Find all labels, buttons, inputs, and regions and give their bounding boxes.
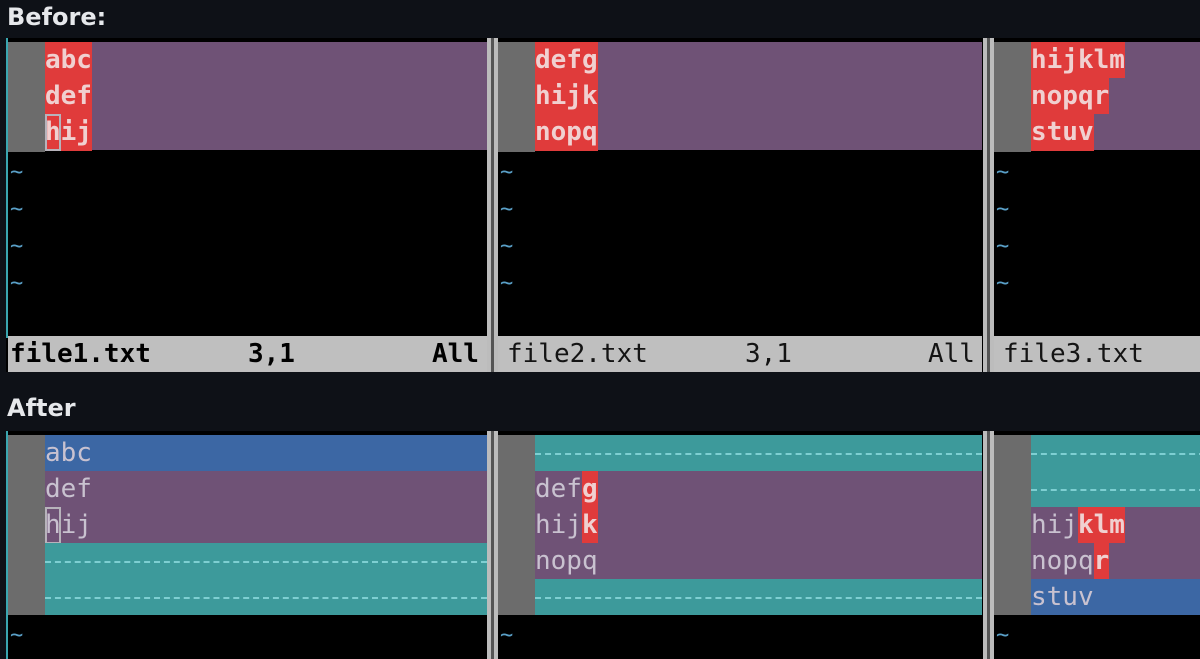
status-line-file3: file3.txt bbox=[994, 336, 1200, 372]
vertical-split-separator[interactable] bbox=[487, 38, 498, 372]
fold-gutter bbox=[994, 435, 1031, 615]
diff-line[interactable]: hijklm bbox=[1031, 507, 1200, 544]
empty-line-tilde: ~ bbox=[500, 160, 514, 185]
empty-line-tilde: ~ bbox=[500, 271, 514, 296]
line-text: nopq bbox=[535, 114, 598, 151]
diff-line[interactable]: nopq bbox=[535, 114, 982, 151]
fold-gutter bbox=[498, 42, 535, 152]
diff-filler-line bbox=[535, 579, 982, 615]
diff-line[interactable]: hijk bbox=[535, 78, 982, 115]
line-text: hij bbox=[535, 510, 582, 540]
before-pane-file3[interactable]: file3.txt hijklm nopqr stuv ~ ~ ~ ~ bbox=[994, 38, 1200, 372]
status-filename: file2.txt bbox=[507, 339, 648, 369]
line-text: ij bbox=[60, 114, 92, 151]
diff-line[interactable]: hijk bbox=[535, 507, 982, 544]
line-text: ij bbox=[60, 510, 92, 540]
empty-line-tilde: ~ bbox=[10, 271, 24, 296]
diff-line[interactable]: abc bbox=[45, 42, 487, 79]
status-filename: file1.txt bbox=[10, 339, 151, 369]
line-text: defg bbox=[535, 42, 598, 79]
diff-line[interactable]: nopq bbox=[535, 543, 982, 579]
diff-line[interactable]: nopqr bbox=[1031, 78, 1200, 115]
cursor-char: h bbox=[45, 507, 61, 544]
before-vim-window: file1.txt 3,1 All abc def hij ~ ~ ~ ~ file2.tx… bbox=[6, 38, 1200, 372]
diff-filler-line bbox=[1031, 435, 1200, 471]
after-label: After bbox=[7, 394, 76, 422]
before-label: Before: bbox=[7, 3, 107, 31]
status-position: 3,1 bbox=[248, 339, 295, 369]
diff-line[interactable]: def bbox=[45, 471, 487, 507]
line-text: nopq bbox=[1031, 546, 1094, 576]
before-pane-file2[interactable]: file2.txt 3,1 All defg hijk nopq ~ ~ ~ ~ bbox=[498, 38, 982, 372]
line-text: nopqr bbox=[1031, 78, 1110, 115]
empty-line-tilde: ~ bbox=[996, 160, 1010, 185]
line-text: k bbox=[581, 507, 598, 544]
diff-line[interactable]: abc bbox=[45, 435, 487, 471]
line-text: hijklm bbox=[1031, 42, 1125, 79]
line-text: def bbox=[45, 474, 92, 504]
diff-line[interactable]: hijklm bbox=[1031, 42, 1200, 79]
status-line-file1: file1.txt 3,1 All bbox=[8, 336, 487, 372]
empty-line-tilde: ~ bbox=[10, 197, 24, 222]
after-pane-file1[interactable]: abc def hij ~ bbox=[8, 431, 487, 659]
diff-filler-line bbox=[45, 543, 487, 579]
empty-line-tilde: ~ bbox=[10, 160, 24, 185]
diff-line[interactable]: def bbox=[45, 78, 487, 115]
status-scroll: All bbox=[432, 339, 479, 369]
status-line-file2: file2.txt 3,1 All bbox=[498, 336, 982, 372]
empty-line-tilde: ~ bbox=[996, 271, 1010, 296]
line-text: hij bbox=[1031, 510, 1078, 540]
line-text: abc bbox=[45, 438, 92, 468]
empty-line-tilde: ~ bbox=[500, 623, 514, 648]
empty-line-tilde: ~ bbox=[996, 234, 1010, 259]
after-vim-window: abc def hij ~ defg hijk nopq ~ hijklm nopqr stuv… bbox=[6, 431, 1200, 659]
line-text: stuv bbox=[1031, 114, 1094, 151]
vertical-split-separator[interactable] bbox=[983, 431, 994, 659]
diff-line[interactable]: stuv bbox=[1031, 579, 1200, 615]
line-text: r bbox=[1093, 543, 1110, 580]
status-filename: file3.txt bbox=[1003, 339, 1144, 369]
empty-line-tilde: ~ bbox=[500, 197, 514, 222]
diff-line[interactable]: stuv bbox=[1031, 114, 1200, 151]
diff-line[interactable]: hij bbox=[45, 114, 487, 151]
diff-filler-line bbox=[535, 435, 982, 471]
line-text: stuv bbox=[1031, 582, 1094, 612]
diff-line[interactable]: nopqr bbox=[1031, 543, 1200, 580]
fold-gutter bbox=[498, 435, 535, 615]
fold-gutter bbox=[8, 435, 45, 615]
line-text: hijk bbox=[535, 78, 598, 115]
line-text: abc bbox=[45, 42, 92, 79]
diff-filler-line bbox=[1031, 471, 1200, 507]
diff-filler-line bbox=[45, 579, 487, 615]
after-pane-file3[interactable]: hijklm nopqr stuv ~ bbox=[994, 431, 1200, 659]
after-pane-file2[interactable]: defg hijk nopq ~ bbox=[498, 431, 982, 659]
line-text: klm bbox=[1077, 507, 1125, 544]
vertical-split-separator[interactable] bbox=[487, 431, 498, 659]
fold-gutter bbox=[994, 42, 1031, 152]
line-text: g bbox=[581, 471, 598, 508]
status-scroll: All bbox=[928, 339, 975, 369]
status-position: 3,1 bbox=[745, 339, 792, 369]
line-text: nopq bbox=[535, 546, 598, 576]
diff-line[interactable]: defg bbox=[535, 42, 982, 79]
line-text: def bbox=[535, 474, 582, 504]
vertical-split-separator[interactable] bbox=[983, 38, 994, 372]
before-pane-file1[interactable]: file1.txt 3,1 All abc def hij ~ ~ ~ ~ bbox=[8, 38, 487, 372]
diff-line[interactable]: hij bbox=[45, 507, 487, 544]
empty-line-tilde: ~ bbox=[10, 234, 24, 259]
cursor-char: h bbox=[45, 114, 61, 151]
fold-gutter bbox=[8, 42, 45, 152]
diff-line[interactable]: defg bbox=[535, 471, 982, 508]
empty-line-tilde: ~ bbox=[500, 234, 514, 259]
empty-line-tilde: ~ bbox=[10, 623, 24, 648]
empty-line-tilde: ~ bbox=[996, 623, 1010, 648]
empty-line-tilde: ~ bbox=[996, 197, 1010, 222]
line-text: def bbox=[45, 78, 92, 115]
